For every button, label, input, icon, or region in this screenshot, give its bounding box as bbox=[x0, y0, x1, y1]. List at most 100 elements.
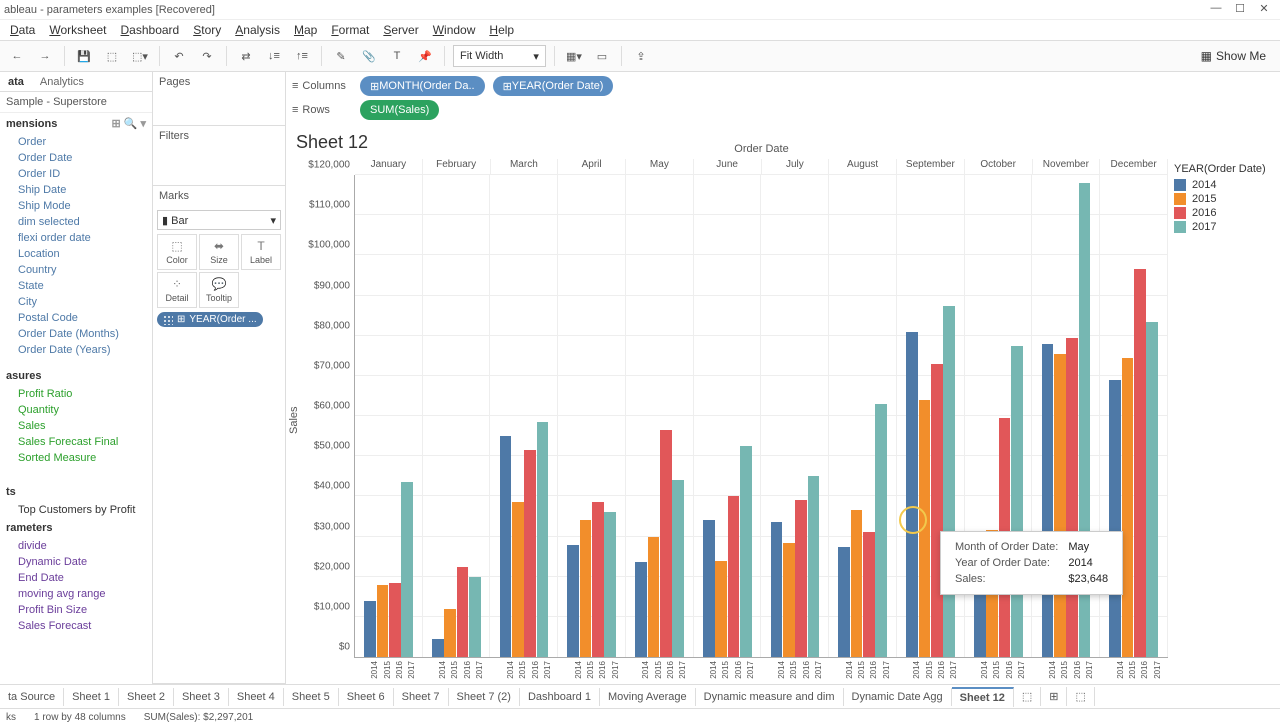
label-icon[interactable]: T bbox=[386, 45, 408, 67]
bar[interactable] bbox=[728, 496, 740, 657]
mark-label[interactable]: TLabel bbox=[241, 234, 281, 270]
menu-dashboard[interactable]: Dashboard bbox=[115, 21, 186, 39]
bar[interactable] bbox=[660, 430, 672, 657]
bar[interactable] bbox=[444, 609, 456, 657]
sheet-tab[interactable]: Sheet 3 bbox=[174, 688, 229, 706]
bar[interactable] bbox=[469, 577, 481, 657]
minimize-icon[interactable]: — bbox=[1204, 2, 1228, 18]
field-item[interactable]: dim selected bbox=[0, 214, 152, 230]
new-sheet-icon[interactable]: ⬚▾ bbox=[129, 45, 151, 67]
sheet-tab[interactable]: Dynamic measure and dim bbox=[696, 688, 844, 706]
field-item[interactable]: Ship Mode bbox=[0, 198, 152, 214]
sheet-tab[interactable]: Sheet 4 bbox=[229, 688, 284, 706]
sheet-tab[interactable]: Sheet 7 (2) bbox=[449, 688, 520, 706]
field-item[interactable]: End Date bbox=[0, 570, 152, 586]
bar[interactable] bbox=[648, 537, 660, 658]
bar[interactable] bbox=[1109, 380, 1121, 657]
mark-tooltip[interactable]: 💬Tooltip bbox=[199, 272, 239, 308]
legend-item[interactable]: 2017 bbox=[1174, 221, 1274, 233]
bar[interactable] bbox=[401, 482, 413, 657]
bar[interactable] bbox=[592, 502, 604, 657]
field-item[interactable]: divide bbox=[0, 538, 152, 554]
highlight-icon[interactable]: ✎ bbox=[330, 45, 352, 67]
maximize-icon[interactable]: ☐ bbox=[1228, 2, 1252, 18]
field-item[interactable]: Order Date bbox=[0, 150, 152, 166]
field-item[interactable]: Order Date (Years) bbox=[0, 342, 152, 358]
legend-item[interactable]: 2015 bbox=[1174, 193, 1274, 205]
present-icon[interactable]: ▭ bbox=[591, 45, 613, 67]
sheet-tab[interactable]: Sheet 12 bbox=[952, 687, 1014, 707]
show-me-button[interactable]: ▦ Show Me bbox=[1201, 49, 1274, 63]
bar[interactable] bbox=[364, 601, 376, 657]
close-icon[interactable]: ✕ bbox=[1252, 2, 1276, 18]
menu-data[interactable]: Data bbox=[4, 21, 41, 39]
bar[interactable] bbox=[875, 404, 887, 657]
field-item[interactable]: Order Date (Months) bbox=[0, 326, 152, 342]
mark-detail[interactable]: ⁘Detail bbox=[157, 272, 197, 308]
forward-icon[interactable]: → bbox=[34, 45, 56, 67]
menu-map[interactable]: Map bbox=[288, 21, 323, 39]
field-item[interactable]: City bbox=[0, 294, 152, 310]
bar[interactable] bbox=[851, 510, 863, 657]
sheet-tab[interactable]: Sheet 5 bbox=[284, 688, 339, 706]
bar[interactable] bbox=[838, 547, 850, 657]
pin-icon[interactable]: 📌 bbox=[414, 45, 436, 67]
redo-icon[interactable]: ↷ bbox=[196, 45, 218, 67]
bar[interactable] bbox=[783, 543, 795, 657]
bar[interactable] bbox=[795, 500, 807, 657]
bar[interactable] bbox=[500, 436, 512, 657]
field-item[interactable]: Country bbox=[0, 262, 152, 278]
bar[interactable] bbox=[715, 561, 727, 657]
bar[interactable] bbox=[863, 532, 875, 657]
bar[interactable] bbox=[635, 562, 647, 657]
sheet-tab[interactable]: Sheet 6 bbox=[339, 688, 394, 706]
bar[interactable] bbox=[943, 306, 955, 657]
new-tab-icon[interactable]: ⬚ bbox=[1014, 687, 1041, 706]
bar[interactable] bbox=[919, 400, 931, 657]
bar[interactable] bbox=[512, 502, 524, 657]
menu-help[interactable]: Help bbox=[483, 21, 520, 39]
sort-asc-icon[interactable]: ↓≡ bbox=[263, 45, 285, 67]
sheet-tab[interactable]: Dynamic Date Agg bbox=[844, 688, 952, 706]
pill-year[interactable]: ⊞ YEAR(Order Date) bbox=[493, 76, 614, 96]
back-icon[interactable]: ← bbox=[6, 45, 28, 67]
bar[interactable] bbox=[457, 567, 469, 657]
field-item[interactable]: State bbox=[0, 278, 152, 294]
menu-worksheet[interactable]: Worksheet bbox=[43, 21, 112, 39]
menu-analysis[interactable]: Analysis bbox=[229, 21, 286, 39]
sort-desc-icon[interactable]: ↑≡ bbox=[291, 45, 313, 67]
undo-icon[interactable]: ↶ bbox=[168, 45, 190, 67]
field-item[interactable]: flexi order date bbox=[0, 230, 152, 246]
field-item[interactable]: Ship Date bbox=[0, 182, 152, 198]
pill-sum-sales[interactable]: SUM(Sales) bbox=[360, 100, 439, 120]
field-item[interactable]: Profit Bin Size bbox=[0, 602, 152, 618]
bar[interactable] bbox=[567, 545, 579, 657]
new-data-icon[interactable]: ⬚ bbox=[101, 45, 123, 67]
new-tab-icon[interactable]: ⬚ bbox=[1067, 687, 1094, 706]
field-item[interactable]: Order ID bbox=[0, 166, 152, 182]
mark-color[interactable]: ⬚Color bbox=[157, 234, 197, 270]
menu-server[interactable]: Server bbox=[377, 21, 424, 39]
bar[interactable] bbox=[1042, 344, 1054, 657]
field-item[interactable]: Sales Forecast Final bbox=[0, 434, 152, 450]
bar[interactable] bbox=[1066, 338, 1078, 657]
mark-size[interactable]: ⬌Size bbox=[199, 234, 239, 270]
bar[interactable] bbox=[672, 480, 684, 657]
bar[interactable] bbox=[1146, 322, 1158, 657]
field-item[interactable]: Dynamic Date bbox=[0, 554, 152, 570]
field-item[interactable]: Sorted Measure bbox=[0, 450, 152, 466]
bar[interactable] bbox=[931, 364, 943, 657]
field-item[interactable]: Quantity bbox=[0, 402, 152, 418]
color-legend[interactable]: YEAR(Order Date) 2014201520162017 bbox=[1168, 157, 1280, 684]
fit-dropdown[interactable]: Fit Width▾ bbox=[453, 45, 546, 67]
bar[interactable] bbox=[740, 446, 752, 657]
swap-icon[interactable]: ⇄ bbox=[235, 45, 257, 67]
bar[interactable] bbox=[1134, 269, 1146, 657]
legend-item[interactable]: 2014 bbox=[1174, 179, 1274, 191]
sheet-tab[interactable]: Sheet 2 bbox=[119, 688, 174, 706]
show-cards-icon[interactable]: ▦▾ bbox=[563, 45, 585, 67]
field-item[interactable]: Top Customers by Profit bbox=[0, 502, 152, 518]
menu-window[interactable]: Window bbox=[427, 21, 482, 39]
bar[interactable] bbox=[432, 639, 444, 657]
bar[interactable] bbox=[1122, 358, 1134, 657]
